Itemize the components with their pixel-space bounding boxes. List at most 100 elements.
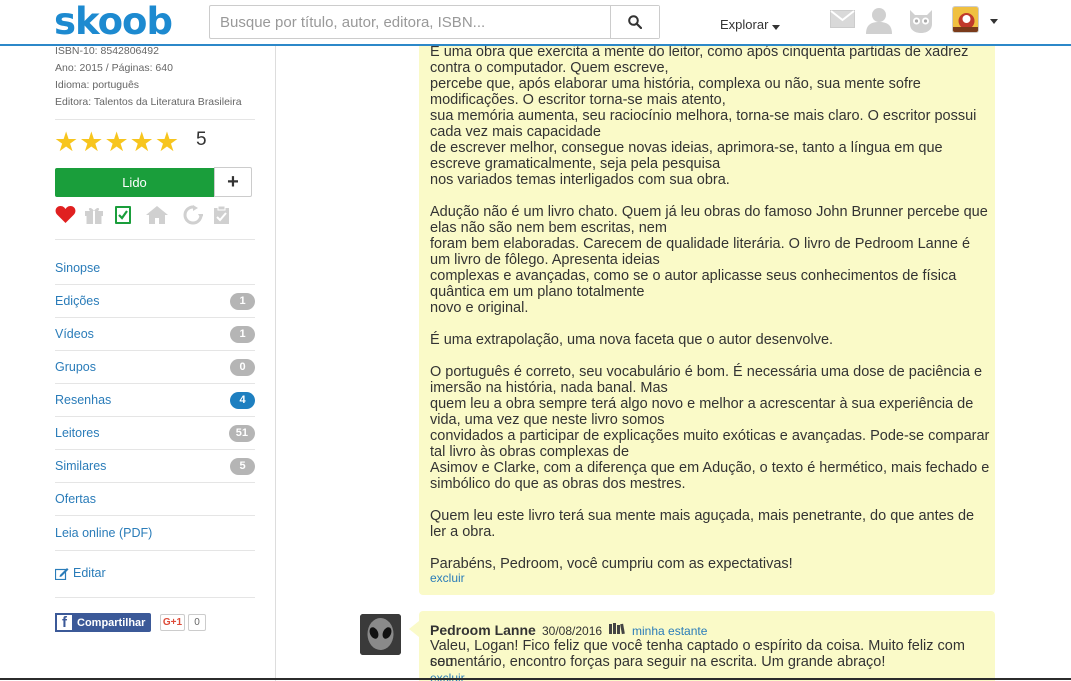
sidebar-item-label: Grupos: [55, 360, 96, 374]
review-text-line: ler a obra.: [430, 524, 496, 540]
count-badge: 5: [230, 457, 255, 475]
review-text-line: complexas e avançadas, como se o autor a…: [430, 268, 957, 284]
review-text-line: de escrever melhor, consegue novas ideia…: [430, 140, 943, 156]
review-text-line: convidados a participar de explicações m…: [430, 428, 990, 444]
review-text-line: É uma obra que exercita a mente do leito…: [430, 44, 969, 60]
publisher-line: Editora: Talentos da Literatura Brasilei…: [55, 96, 242, 108]
edit-link[interactable]: Editar: [55, 566, 106, 580]
count-badge: 51: [228, 424, 255, 442]
add-to-shelf-button[interactable]: +: [214, 167, 252, 197]
sidebar-item-similares[interactable]: Similares 5: [55, 450, 255, 483]
divider: [55, 119, 255, 120]
facebook-share-button[interactable]: f Compartilhar: [55, 613, 151, 632]
review-text-line: quem leu a obra sempre terá algo novo e …: [430, 396, 974, 412]
star-rating[interactable]: ★ ★ ★ ★ ★: [54, 128, 180, 156]
isbn-line: ISBN-10: 8542806492: [55, 45, 159, 57]
sidebar-item-label: Leitores: [55, 426, 100, 440]
review-text-line: contra o computador. Quem escreve,: [430, 60, 669, 76]
review-text-line: cada vez mais capacidade: [430, 124, 601, 140]
search-box: [209, 5, 660, 39]
star-icon[interactable]: ★: [155, 128, 179, 156]
search-input[interactable]: [210, 6, 611, 38]
reply-author-name[interactable]: Pedroom Lanne: [430, 622, 536, 638]
share-label: Compartilhar: [77, 616, 146, 629]
sidebar-item-sinopse[interactable]: Sinopse: [55, 252, 255, 285]
edit-icon: [55, 567, 69, 580]
user-icon[interactable]: [865, 6, 893, 34]
user-avatar[interactable]: [952, 6, 979, 33]
bookmark-check-icon[interactable]: [114, 205, 132, 225]
review-text-line: um livro de fôlego. Apresenta ideias: [430, 252, 660, 268]
heart-icon[interactable]: [55, 205, 76, 224]
review-text-line: quântica em um plano totalmente: [430, 284, 645, 300]
divider: [55, 239, 255, 240]
review-text-line: Adução não é um livro chato. Quem já leu…: [430, 204, 988, 220]
owl-icon[interactable]: [907, 6, 935, 34]
sidebar-item-ofertas[interactable]: Ofertas: [55, 483, 255, 516]
sidebar-item-resenhas[interactable]: Resenhas 4: [55, 384, 255, 417]
count-badge: 1: [230, 325, 255, 343]
sidebar-item-videos[interactable]: Vídeos 1: [55, 318, 255, 351]
chevron-down-icon: [772, 25, 781, 30]
sidebar-item-leia-online[interactable]: Leia online (PDF): [55, 516, 255, 549]
clipboard-check-icon[interactable]: [213, 205, 230, 225]
year-pages-line: Ano: 2015 / Páginas: 640: [55, 62, 173, 74]
top-header: skoob Explorar: [0, 0, 1071, 46]
gplus-count: 0: [188, 614, 206, 631]
count-badge: 1: [230, 292, 255, 310]
sidebar-item-label: Vídeos: [55, 327, 94, 341]
delete-review-link[interactable]: excluir: [430, 571, 465, 585]
sidebar-item-label: Similares: [55, 459, 107, 473]
exchange-icon[interactable]: [183, 205, 203, 225]
sidebar-item-label: Leia online (PDF): [55, 525, 153, 540]
review-text-line: Quem leu este livro terá sua mente mais …: [430, 508, 975, 524]
gift-icon[interactable]: [84, 205, 104, 225]
review-text-line: foram bem elaboradas. Carecem de qualida…: [430, 236, 971, 252]
review-text-line: novo e original.: [430, 300, 529, 316]
bookshelf-icon: [609, 623, 625, 635]
review-text-line: Asimov e Clarke, com a diferença que em …: [430, 460, 990, 476]
star-icon[interactable]: ★: [79, 128, 103, 156]
reply-date: 30/08/2016: [542, 624, 603, 638]
review-text-line: imersão na história, nada banal. Mas: [430, 380, 668, 396]
window-bottom-border: [0, 678, 1071, 680]
review-text-line: elas não são nem bem escritas, nem: [430, 220, 667, 236]
alien-avatar-image: [360, 614, 401, 655]
reply-pointer: [409, 621, 419, 637]
review-text-line: percebe que, após elaborar uma história,…: [430, 76, 921, 92]
divider: [55, 550, 255, 551]
explore-menu[interactable]: Explorar: [720, 17, 781, 32]
review-text-line: vida, uma vez que neste livro somos: [430, 412, 665, 428]
my-shelf-link[interactable]: minha estante: [632, 624, 707, 638]
read-status-button[interactable]: Lido: [55, 168, 214, 197]
search-icon: [628, 15, 642, 29]
sidebar-item-leitores[interactable]: Leitores 51: [55, 417, 255, 450]
review-text-line: escreve gramaticalmente, seja pela pesqu…: [430, 156, 721, 172]
sidebar-item-label: Ofertas: [55, 492, 96, 506]
skoob-logo[interactable]: skoob: [54, 1, 173, 43]
review-text-line: É uma extrapolação, uma nova faceta que …: [430, 332, 834, 348]
reply-author-avatar[interactable]: [360, 614, 401, 655]
sidebar-item-grupos[interactable]: Grupos 0: [55, 351, 255, 384]
star-icon[interactable]: ★: [104, 128, 128, 156]
star-icon[interactable]: ★: [54, 128, 78, 156]
reply-text-line: comentário, encontro forças para seguir …: [430, 654, 886, 670]
chevron-down-icon[interactable]: [990, 19, 998, 24]
edit-label: Editar: [73, 566, 106, 580]
review-text-line: nos variados temas interligados com sua …: [430, 172, 730, 188]
review-text-line: Parabéns, Pedroom, você cumpriu com as e…: [430, 556, 793, 572]
gplus-button[interactable]: G+1: [160, 614, 185, 631]
house-icon[interactable]: [145, 205, 169, 225]
envelope-icon[interactable]: [830, 10, 855, 28]
review-text-line: tal livro às obras complexas de: [430, 444, 630, 460]
avatar-image: [953, 7, 978, 32]
sidebar-item-edicoes[interactable]: Edições 1: [55, 285, 255, 318]
divider: [55, 597, 255, 598]
search-button[interactable]: [610, 6, 659, 38]
review-text-line: O português é correto, seu vocabulário é…: [430, 364, 983, 380]
language-line: Idioma: português: [55, 79, 140, 91]
facebook-icon: f: [55, 613, 74, 632]
star-icon[interactable]: ★: [130, 128, 154, 156]
count-badge: 4: [230, 391, 255, 409]
review-text-line: sua memória aumenta, seu raciocínio melh…: [430, 108, 977, 124]
